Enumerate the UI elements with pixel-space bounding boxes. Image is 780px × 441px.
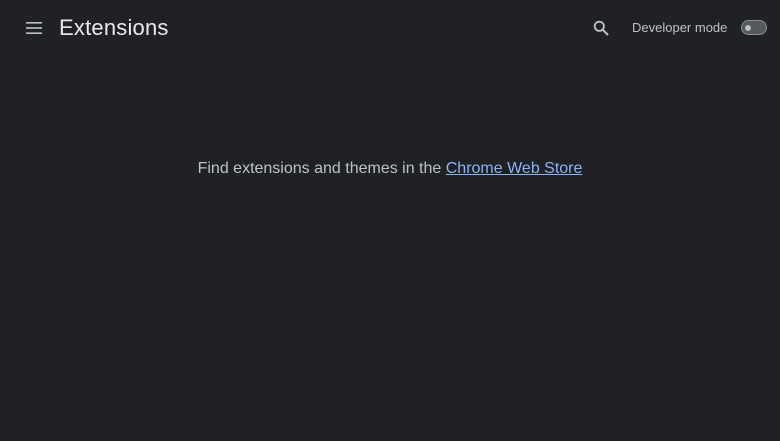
- toolbar: Extensions Developer mode: [0, 0, 780, 56]
- empty-message-text: Find extensions and themes in the: [197, 160, 446, 177]
- developer-mode-label: Developer mode: [632, 20, 728, 35]
- hamburger-menu-icon: [26, 22, 42, 34]
- main-menu-button[interactable]: [20, 16, 48, 40]
- toggle-knob: [745, 24, 751, 31]
- developer-mode-toggle[interactable]: [741, 20, 767, 35]
- page-title: Extensions: [59, 15, 169, 40]
- extensions-page: Extensions Developer mode Find extension…: [0, 0, 780, 441]
- empty-extensions-message: Find extensions and themes in the Chrome…: [0, 158, 780, 180]
- search-icon: [593, 20, 609, 36]
- chrome-web-store-link[interactable]: Chrome Web Store: [446, 160, 583, 177]
- search-button[interactable]: [588, 15, 614, 41]
